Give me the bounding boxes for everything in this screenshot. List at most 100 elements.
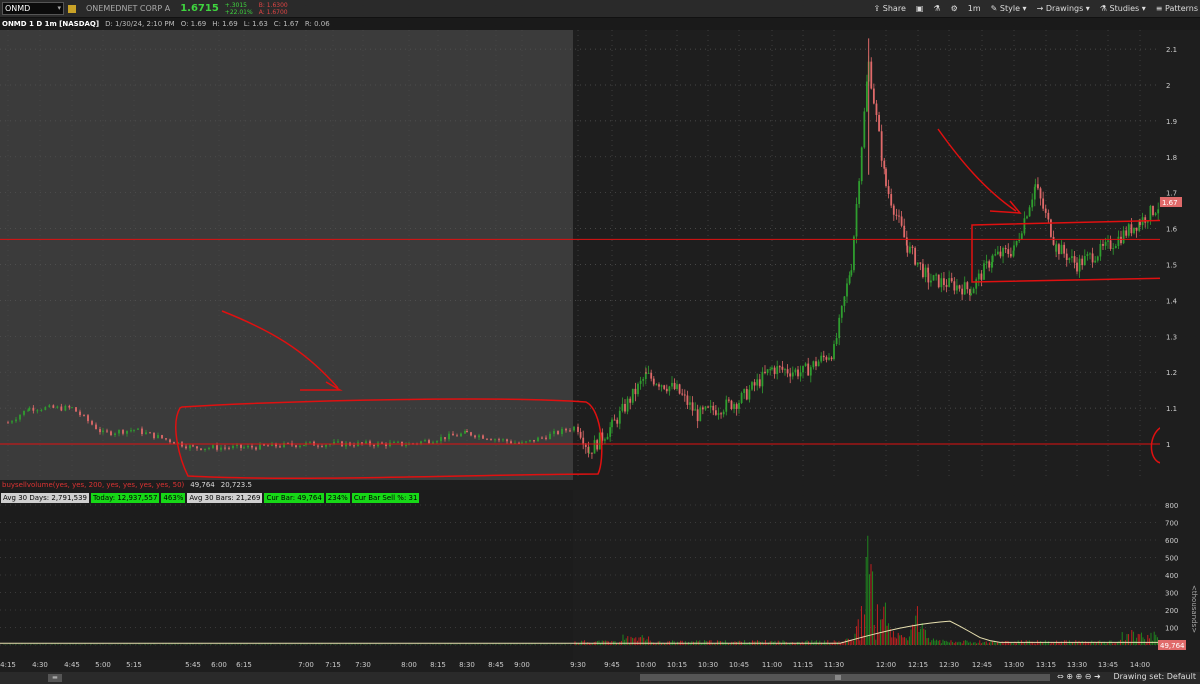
candle xyxy=(44,407,47,410)
collapse-button[interactable]: ▬ xyxy=(48,674,62,682)
drawings-button[interactable]: → Drawings ▾ xyxy=(1037,4,1090,13)
volume-axis-unit: <thousands> xyxy=(1190,585,1198,633)
candle xyxy=(71,407,73,409)
candle xyxy=(361,442,363,444)
volume-tick: 800 xyxy=(1165,502,1178,510)
candle xyxy=(725,399,728,412)
price-tick: 1.5 xyxy=(1166,262,1177,270)
screenshot-icon[interactable]: ▣ xyxy=(916,4,924,13)
study-name[interactable]: buysellvolume(yes, yes, 200, yes, yes, y… xyxy=(2,481,184,489)
time-tick: 13:15 xyxy=(1035,661,1057,669)
candle xyxy=(807,363,810,376)
time-tick: 9:30 xyxy=(570,661,586,669)
link-color-icon[interactable] xyxy=(68,4,76,13)
candle xyxy=(639,380,642,384)
last-price: 1.6715 xyxy=(180,3,219,14)
candle xyxy=(295,445,297,447)
candle xyxy=(474,435,476,438)
chart-date: D: 1/30/24, 2:10 PM xyxy=(105,20,175,28)
timeframe-button[interactable]: 1m xyxy=(968,4,981,13)
candle xyxy=(510,441,512,444)
candle xyxy=(1058,244,1060,255)
candle xyxy=(157,435,159,439)
candle xyxy=(565,428,567,431)
zoom-controls[interactable]: ⇔ ⊕ ⊕ ⊖ ➜ xyxy=(1057,672,1101,681)
study-value-2: 20,723.5 xyxy=(220,481,252,489)
candle xyxy=(502,439,504,441)
candle xyxy=(1034,184,1037,187)
candle xyxy=(1120,236,1122,244)
candle xyxy=(977,273,980,280)
candle xyxy=(853,236,855,271)
candle xyxy=(1004,247,1007,250)
candle xyxy=(773,367,776,375)
candle xyxy=(927,272,930,283)
candle xyxy=(822,355,825,358)
candle xyxy=(1109,240,1112,249)
time-tick: 13:00 xyxy=(1003,661,1025,669)
candle xyxy=(730,400,733,409)
candle xyxy=(224,447,226,449)
candle xyxy=(738,402,740,409)
share-button[interactable]: ⇪ Share xyxy=(874,4,906,13)
candle xyxy=(490,439,492,441)
candle xyxy=(683,394,686,396)
time-tick: 12:30 xyxy=(938,661,960,669)
candle xyxy=(573,426,575,431)
price-tick: 2.1 xyxy=(1166,46,1177,54)
candle xyxy=(604,439,606,441)
candle xyxy=(789,373,792,377)
candle xyxy=(1139,221,1141,226)
candle xyxy=(940,278,943,288)
candle xyxy=(797,369,799,377)
candle xyxy=(325,444,327,447)
scroll-thumb[interactable] xyxy=(835,675,841,680)
horizontal-scrollbar[interactable] xyxy=(640,674,1050,681)
price-chart[interactable]: 2.1 2 1.9 1.8 1.7 1.6 1.5 1.4 1.3 1.2 1.1 1 1.67 xyxy=(0,30,1200,480)
gear-icon[interactable]: ⚙ xyxy=(951,4,958,13)
candle xyxy=(149,432,151,434)
label-cur-bar-sell: Cur Bar Sell %: 31 xyxy=(351,493,420,503)
candle xyxy=(153,432,155,439)
candle xyxy=(909,246,911,253)
candle xyxy=(975,279,978,289)
time-tick: 11:30 xyxy=(823,661,845,669)
candle xyxy=(991,255,994,263)
candle xyxy=(32,407,35,411)
candle xyxy=(634,388,637,395)
candle xyxy=(145,432,147,435)
candle xyxy=(833,344,835,360)
candle xyxy=(794,369,797,373)
candle xyxy=(1007,249,1010,254)
symbol-input[interactable]: ONMD ▾ xyxy=(2,2,64,15)
candle xyxy=(161,435,163,439)
price-tick: 1.8 xyxy=(1166,154,1177,162)
candle xyxy=(36,410,39,412)
candle xyxy=(1096,256,1099,261)
candle xyxy=(624,403,626,412)
candle xyxy=(52,405,55,408)
candle xyxy=(606,436,609,440)
flask-icon[interactable]: ⚗ xyxy=(933,4,940,13)
candle xyxy=(618,410,621,424)
style-button[interactable]: ✎ Style ▾ xyxy=(991,4,1027,13)
candle xyxy=(1078,258,1081,272)
candle xyxy=(482,435,484,439)
studies-button[interactable]: ⚗ Studies ▾ xyxy=(1100,4,1146,13)
chart-title: ONMD 1 D 1m [NASDAQ] xyxy=(2,20,100,28)
patterns-button[interactable]: ≡ Patterns xyxy=(1156,4,1198,13)
candle xyxy=(701,407,704,410)
candle xyxy=(1104,241,1107,246)
candle xyxy=(966,282,969,290)
time-tick: 7:15 xyxy=(325,661,341,669)
candle xyxy=(880,131,883,161)
premarket-shading xyxy=(0,30,573,480)
candle xyxy=(626,398,629,412)
candle xyxy=(753,382,756,386)
candle xyxy=(251,445,253,448)
chevron-down-icon[interactable]: ▾ xyxy=(57,3,61,14)
candle xyxy=(243,447,245,449)
candle xyxy=(506,439,508,442)
time-tick: 7:30 xyxy=(355,661,371,669)
volume-chart[interactable]: 8007006005004003002001000 <thousands> 49… xyxy=(0,490,1200,660)
